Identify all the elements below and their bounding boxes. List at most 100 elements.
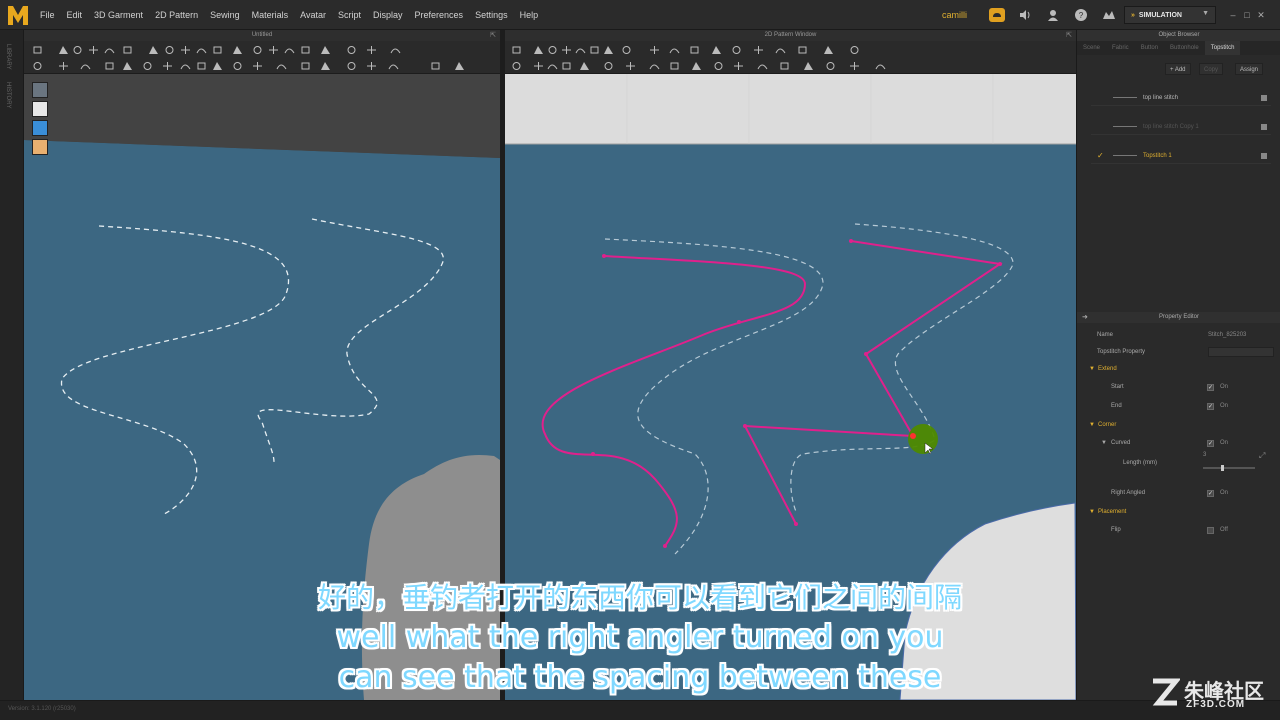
menu-materials[interactable]: Materials — [246, 10, 295, 20]
minimize-icon[interactable]: – — [1226, 8, 1240, 22]
right-angled-checkbox[interactable] — [1207, 486, 1214, 502]
undock-arrow-icon[interactable]: ➜ — [1082, 312, 1088, 323]
toolbar-tool-icon[interactable] — [164, 45, 175, 55]
toolbar-tool-icon[interactable] — [122, 61, 133, 71]
maximize-icon[interactable]: □ — [1240, 8, 1254, 22]
close-icon[interactable]: ✕ — [1254, 8, 1268, 22]
toolbar-tool-icon[interactable] — [366, 61, 377, 71]
section-corner[interactable]: ▼ Corner — [1077, 417, 1280, 433]
toolbar-tool-icon[interactable] — [320, 45, 331, 55]
list-item[interactable]: top line stitch Copy 1 — [1091, 119, 1271, 135]
toolbar-tool-icon[interactable] — [733, 61, 744, 71]
menu-settings[interactable]: Settings — [469, 10, 514, 20]
toolbar-tool-icon[interactable] — [196, 61, 207, 71]
toolbar-tool-icon[interactable] — [753, 45, 764, 55]
speaker-icon[interactable] — [1017, 7, 1033, 23]
end-checkbox[interactable] — [1207, 399, 1214, 415]
toolbar-tool-icon[interactable] — [104, 61, 115, 71]
view-texture-icon[interactable] — [32, 120, 48, 136]
toolbar-tool-icon[interactable] — [875, 61, 886, 71]
toolbar-tool-icon[interactable] — [232, 45, 243, 55]
dock-tab-history[interactable]: HISTORY — [5, 82, 11, 108]
toolbar-tool-icon[interactable] — [390, 45, 401, 55]
tab-buttonhole[interactable]: Buttonhole — [1164, 41, 1205, 55]
add-button[interactable]: + Add — [1165, 63, 1191, 75]
dock-tab-library[interactable]: LIBRARY — [5, 44, 11, 70]
list-item[interactable]: top line stitch — [1091, 90, 1271, 106]
toolbar-tool-icon[interactable] — [80, 61, 91, 71]
length-value[interactable]: 3 — [1203, 447, 1206, 463]
toolbar-tool-icon[interactable] — [58, 45, 69, 55]
toolbar-tool-icon[interactable] — [547, 45, 558, 55]
start-checkbox[interactable] — [1207, 380, 1214, 396]
toolbar-tool-icon[interactable] — [803, 61, 814, 71]
view-garment-icon[interactable] — [32, 82, 48, 98]
menu-3d-garment[interactable]: 3D Garment — [88, 10, 149, 20]
toolbar-tool-icon[interactable] — [366, 45, 377, 55]
name-value-field[interactable]: Stitch_825203 — [1208, 327, 1246, 343]
toolbar-tool-icon[interactable] — [691, 61, 702, 71]
toolbar-tool-icon[interactable] — [649, 45, 660, 55]
user-account-icon[interactable] — [1045, 7, 1061, 23]
toolbar-tool-icon[interactable] — [346, 45, 357, 55]
toolbar-tool-icon[interactable] — [32, 61, 43, 71]
toolbar-tool-icon[interactable] — [276, 61, 287, 71]
menu-help[interactable]: Help — [514, 10, 545, 20]
toolbar-tool-icon[interactable] — [649, 61, 660, 71]
toolbar-tool-icon[interactable] — [561, 61, 572, 71]
toolbar-tool-icon[interactable] — [625, 61, 636, 71]
menu-sewing[interactable]: Sewing — [204, 10, 246, 20]
undock-icon[interactable]: ⇱ — [1066, 30, 1072, 41]
toolbar-tool-icon[interactable] — [300, 45, 311, 55]
toolbar-tool-icon[interactable] — [823, 45, 834, 55]
view-avatar-icon[interactable] — [32, 101, 48, 117]
toolbar-tool-icon[interactable] — [825, 61, 836, 71]
toolbar-tool-icon[interactable] — [300, 61, 311, 71]
toolbar-tool-icon[interactable] — [32, 45, 43, 55]
toolbar-tool-icon[interactable] — [621, 45, 632, 55]
toolbar-tool-icon[interactable] — [232, 61, 243, 71]
menu-preferences[interactable]: Preferences — [409, 10, 470, 20]
menu-edit[interactable]: Edit — [61, 10, 89, 20]
toolbar-tool-icon[interactable] — [511, 45, 522, 55]
toolbar-tool-icon[interactable] — [603, 61, 614, 71]
toolbar-tool-icon[interactable] — [533, 61, 544, 71]
toolbar-tool-icon[interactable] — [849, 45, 860, 55]
length-slider[interactable] — [1203, 465, 1255, 471]
toolbar-tool-icon[interactable] — [849, 61, 860, 71]
toolbar-tool-icon[interactable] — [320, 61, 331, 71]
pick-value-icon[interactable]: ⤢ — [1259, 448, 1265, 464]
toolbar-tool-icon[interactable] — [589, 45, 600, 55]
toolbar-tool-icon[interactable] — [88, 45, 99, 55]
toolbar-tool-icon[interactable] — [579, 61, 590, 71]
toolbar-tool-icon[interactable] — [779, 61, 790, 71]
toolbar-tool-icon[interactable] — [731, 45, 742, 55]
toolbar-tool-icon[interactable] — [104, 45, 115, 55]
curved-checkbox[interactable] — [1207, 436, 1214, 452]
toolbar-tool-icon[interactable] — [454, 61, 465, 71]
toolbar-tool-icon[interactable] — [252, 61, 263, 71]
menu-2d-pattern[interactable]: 2D Pattern — [149, 10, 204, 20]
toolbar-tool-icon[interactable] — [284, 45, 295, 55]
toolbar-tool-icon[interactable] — [575, 45, 586, 55]
toolbar-tool-icon[interactable] — [713, 61, 724, 71]
tab-fabric[interactable]: Fabric — [1106, 41, 1135, 55]
slider-knob[interactable] — [1221, 465, 1224, 471]
tab-button[interactable]: Button — [1135, 41, 1164, 55]
toolbar-tool-icon[interactable] — [142, 61, 153, 71]
toolbar-tool-icon[interactable] — [689, 45, 700, 55]
toolbar-tool-icon[interactable] — [162, 61, 173, 71]
menu-avatar[interactable]: Avatar — [294, 10, 332, 20]
toolbar-tool-icon[interactable] — [430, 61, 441, 71]
tab-scene[interactable]: Scene — [1077, 41, 1106, 55]
section-placement[interactable]: ▼ Placement — [1077, 504, 1280, 520]
lock-icon[interactable] — [1261, 124, 1267, 130]
simulation-mode-dropdown[interactable]: » SIMULATION ▼ — [1124, 6, 1216, 24]
topstitch-property-select[interactable] — [1208, 347, 1274, 357]
toolbar-tool-icon[interactable] — [711, 45, 722, 55]
toolbar-tool-icon[interactable] — [346, 61, 357, 71]
toolbar-tool-icon[interactable] — [561, 45, 572, 55]
community-icon[interactable] — [1101, 7, 1117, 23]
toolbar-tool-icon[interactable] — [603, 45, 614, 55]
toolbar-tool-icon[interactable] — [775, 45, 786, 55]
